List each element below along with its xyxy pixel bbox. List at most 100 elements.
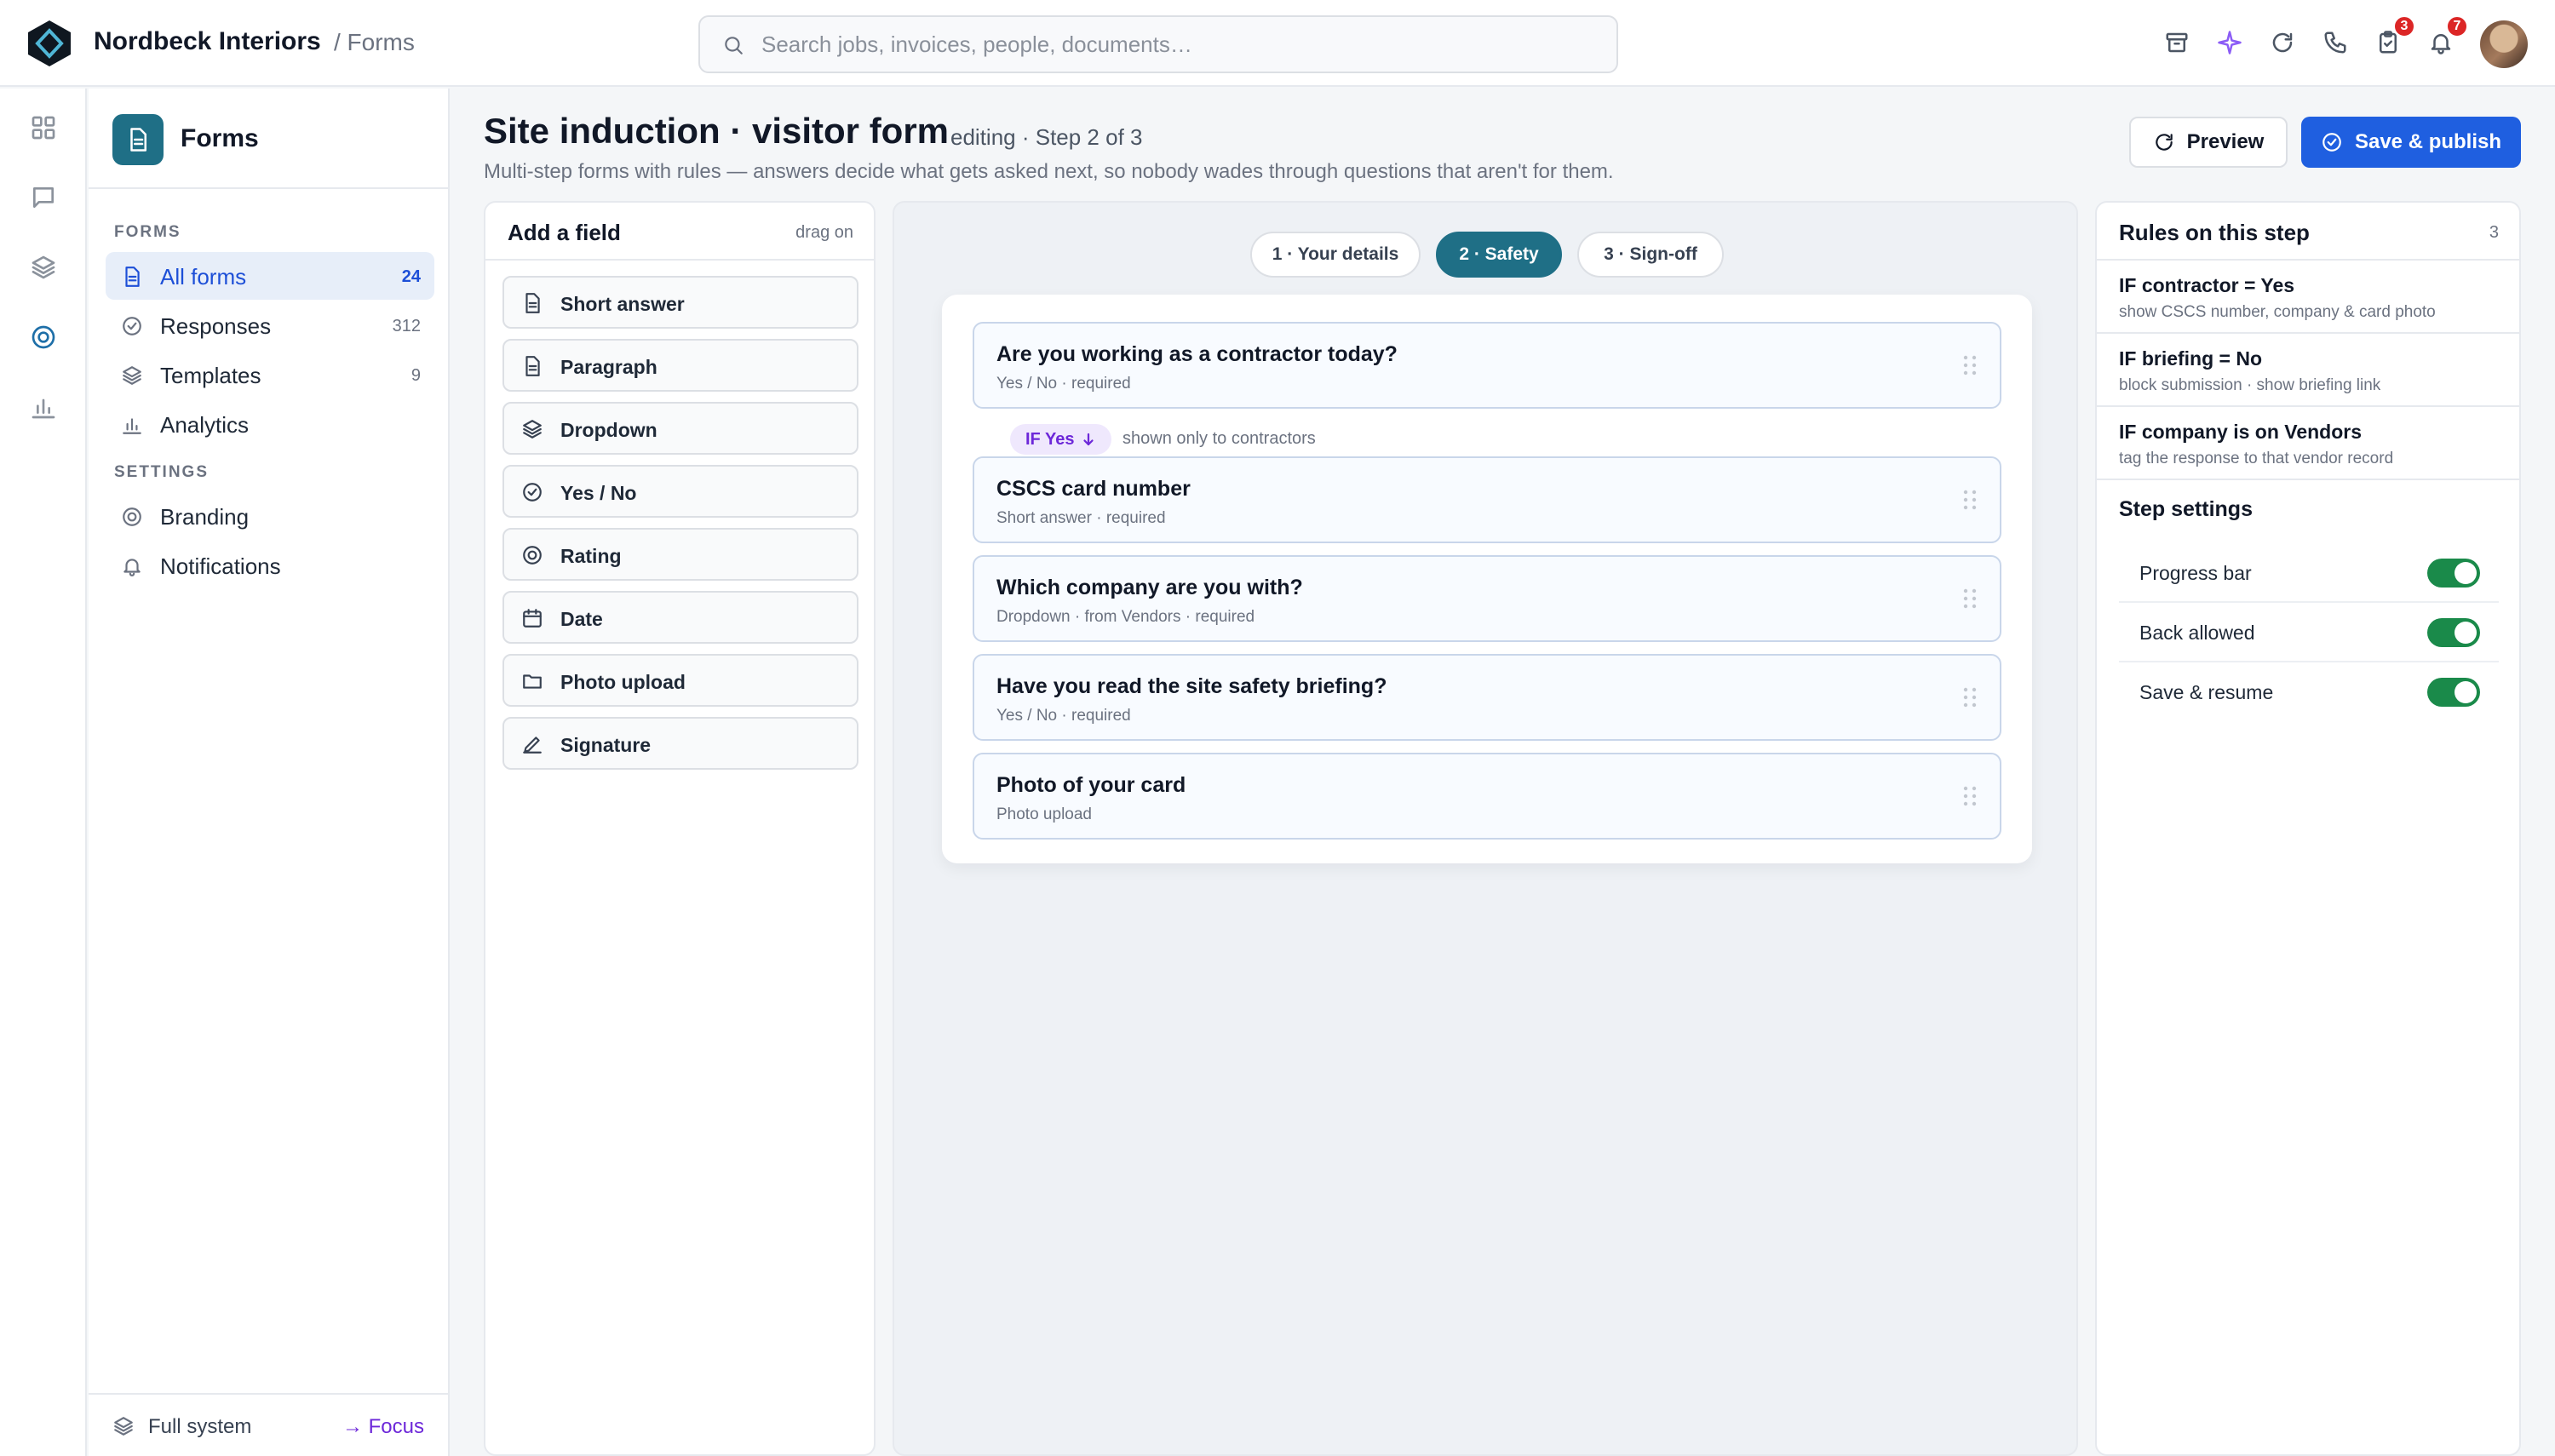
clipboard-badge: 3 bbox=[2393, 15, 2415, 37]
field-type-paragraph[interactable]: Paragraph bbox=[502, 339, 858, 392]
section-label-forms: FORMS bbox=[114, 223, 181, 241]
avatar[interactable] bbox=[2480, 20, 2528, 68]
sidebar-item-responses[interactable]: Responses 312 bbox=[106, 301, 434, 349]
focus-mode-link[interactable]: → Focus bbox=[342, 1415, 424, 1439]
refresh-icon[interactable] bbox=[2265, 26, 2300, 60]
sidebar-item-templates[interactable]: Templates 9 bbox=[106, 351, 434, 398]
tab-step-3[interactable]: 3 · Sign-off bbox=[1577, 232, 1724, 278]
form-step-card: Are you working as a contractor today? Y… bbox=[942, 295, 2032, 863]
publish-label: Save & publish bbox=[2354, 130, 2502, 153]
app-logo-icon[interactable] bbox=[26, 19, 73, 68]
sidebar-item-label: Notifications bbox=[160, 553, 281, 579]
rules-count: 3 bbox=[2489, 223, 2499, 242]
breadcrumb[interactable]: / Forms bbox=[334, 29, 415, 56]
preview-button[interactable]: Preview bbox=[2129, 117, 2288, 168]
sidebar-item-count: 312 bbox=[392, 317, 421, 335]
pen-icon bbox=[521, 733, 543, 755]
rule-item-briefing[interactable]: IF briefing = No block submission · show… bbox=[2097, 334, 2519, 407]
sidebar-item-label: Analytics bbox=[160, 412, 250, 438]
sidebar-item-label: Templates bbox=[160, 363, 261, 388]
drag-handle-icon[interactable] bbox=[1962, 489, 1978, 511]
bell-icon bbox=[121, 555, 143, 577]
search-input[interactable] bbox=[761, 27, 1596, 61]
sidebar-item-count: 24 bbox=[401, 267, 421, 286]
sidebar-item-branding[interactable]: Branding bbox=[106, 492, 434, 540]
archive-icon[interactable] bbox=[2160, 26, 2194, 60]
drag-handle-icon[interactable] bbox=[1962, 785, 1978, 807]
layers-icon bbox=[112, 1415, 135, 1437]
question-cscs-number[interactable]: CSCS card number Short answer · required bbox=[973, 456, 2001, 543]
rule-description: block submission · show briefing link bbox=[2119, 376, 2381, 394]
check-circle-icon bbox=[521, 481, 543, 503]
sidebar-item-all-forms[interactable]: All forms 24 bbox=[106, 252, 434, 300]
tab-step-1[interactable]: 1 · Your details bbox=[1250, 232, 1421, 278]
save-publish-button[interactable]: Save & publish bbox=[2301, 117, 2521, 168]
tab-step-2[interactable]: 2 · Safety bbox=[1436, 232, 1562, 278]
rule-item-contractor[interactable]: IF contractor = Yes show CSCS number, co… bbox=[2097, 261, 2519, 334]
field-type-label: Short answer bbox=[560, 293, 685, 315]
apps-grid-icon[interactable] bbox=[26, 111, 60, 145]
sidebar-title: Forms bbox=[181, 124, 259, 152]
field-type-photo-upload[interactable]: Photo upload bbox=[502, 654, 858, 707]
global-search[interactable] bbox=[698, 15, 1618, 73]
layers-icon[interactable] bbox=[26, 250, 60, 284]
question-contractor[interactable]: Are you working as a contractor today? Y… bbox=[973, 322, 2001, 409]
question-meta: Yes / No · required bbox=[996, 375, 1131, 393]
sidebar-item-notifications[interactable]: Notifications bbox=[106, 542, 434, 589]
rule-title: IF contractor = Yes bbox=[2119, 274, 2295, 296]
sidebar-item-label: Responses bbox=[160, 313, 272, 339]
sidebar-header: Forms bbox=[89, 89, 448, 189]
chat-icon[interactable] bbox=[26, 181, 60, 215]
progress-bar-toggle[interactable] bbox=[2427, 559, 2480, 588]
condition-pill[interactable]: IF Yes bbox=[1010, 424, 1112, 455]
field-type-label: Yes / No bbox=[560, 482, 637, 504]
field-type-label: Photo upload bbox=[560, 671, 686, 693]
rules-panel: Rules on this step 3 IF contractor = Yes… bbox=[2095, 201, 2521, 1456]
back-allowed-toggle[interactable] bbox=[2427, 618, 2480, 647]
palette-hint: drag on bbox=[795, 223, 853, 242]
sidebar-item-analytics[interactable]: Analytics bbox=[106, 400, 434, 448]
bell-icon[interactable]: 7 bbox=[2424, 15, 2468, 60]
page-status: editing · Step 2 of 3 bbox=[950, 124, 1143, 150]
setting-label: Back allowed bbox=[2139, 622, 2255, 644]
phone-icon[interactable] bbox=[2318, 26, 2352, 60]
forms-target-icon[interactable] bbox=[26, 320, 60, 354]
analytics-icon[interactable] bbox=[26, 390, 60, 424]
sparkle-icon[interactable] bbox=[2213, 26, 2247, 60]
app-rail bbox=[0, 89, 87, 1456]
layers-icon bbox=[521, 418, 543, 440]
field-type-dropdown[interactable]: Dropdown bbox=[502, 402, 858, 455]
question-safety-briefing[interactable]: Have you read the site safety briefing? … bbox=[973, 654, 2001, 741]
brand-name: Nordbeck Interiors bbox=[94, 27, 321, 55]
section-label-settings: SETTINGS bbox=[114, 463, 210, 481]
target-icon bbox=[121, 506, 143, 528]
check-circle-icon bbox=[2321, 131, 2343, 153]
refresh-icon bbox=[2153, 131, 2175, 153]
question-meta: Short answer · required bbox=[996, 509, 1166, 527]
full-system-toggle[interactable]: Full system bbox=[148, 1415, 251, 1439]
save-resume-toggle[interactable] bbox=[2427, 678, 2480, 707]
drag-handle-icon[interactable] bbox=[1962, 354, 1978, 376]
sidebar-item-label: Branding bbox=[160, 504, 250, 530]
arrow-down-icon bbox=[1081, 432, 1096, 447]
field-type-signature[interactable]: Signature bbox=[502, 717, 858, 770]
check-circle-icon bbox=[121, 315, 143, 337]
field-type-yes-no[interactable]: Yes / No bbox=[502, 465, 858, 518]
drag-handle-icon[interactable] bbox=[1962, 686, 1978, 708]
question-company[interactable]: Which company are you with? Dropdown · f… bbox=[973, 555, 2001, 642]
clipboard-icon[interactable]: 3 bbox=[2371, 15, 2415, 60]
top-bar: Nordbeck Interiors / Forms 3 7 bbox=[0, 0, 2555, 87]
rule-item-vendors[interactable]: IF company is on Vendors tag the respons… bbox=[2097, 407, 2519, 480]
rule-title: IF briefing = No bbox=[2119, 347, 2263, 370]
field-type-short-answer[interactable]: Short answer bbox=[502, 276, 858, 329]
drag-handle-icon[interactable] bbox=[1962, 588, 1978, 610]
field-type-date[interactable]: Date bbox=[502, 591, 858, 644]
question-title: Are you working as a contractor today? bbox=[996, 342, 1398, 366]
preview-label: Preview bbox=[2186, 130, 2265, 153]
setting-save-resume: Save & resume bbox=[2119, 662, 2499, 722]
question-card-photo[interactable]: Photo of your card Photo upload bbox=[973, 753, 2001, 840]
condition-note: shown only to contractors bbox=[1122, 429, 1316, 448]
page-subtitle: Multi-step forms with rules — answers de… bbox=[484, 160, 1614, 183]
field-type-rating[interactable]: Rating bbox=[502, 528, 858, 581]
question-title: CSCS card number bbox=[996, 477, 1191, 501]
